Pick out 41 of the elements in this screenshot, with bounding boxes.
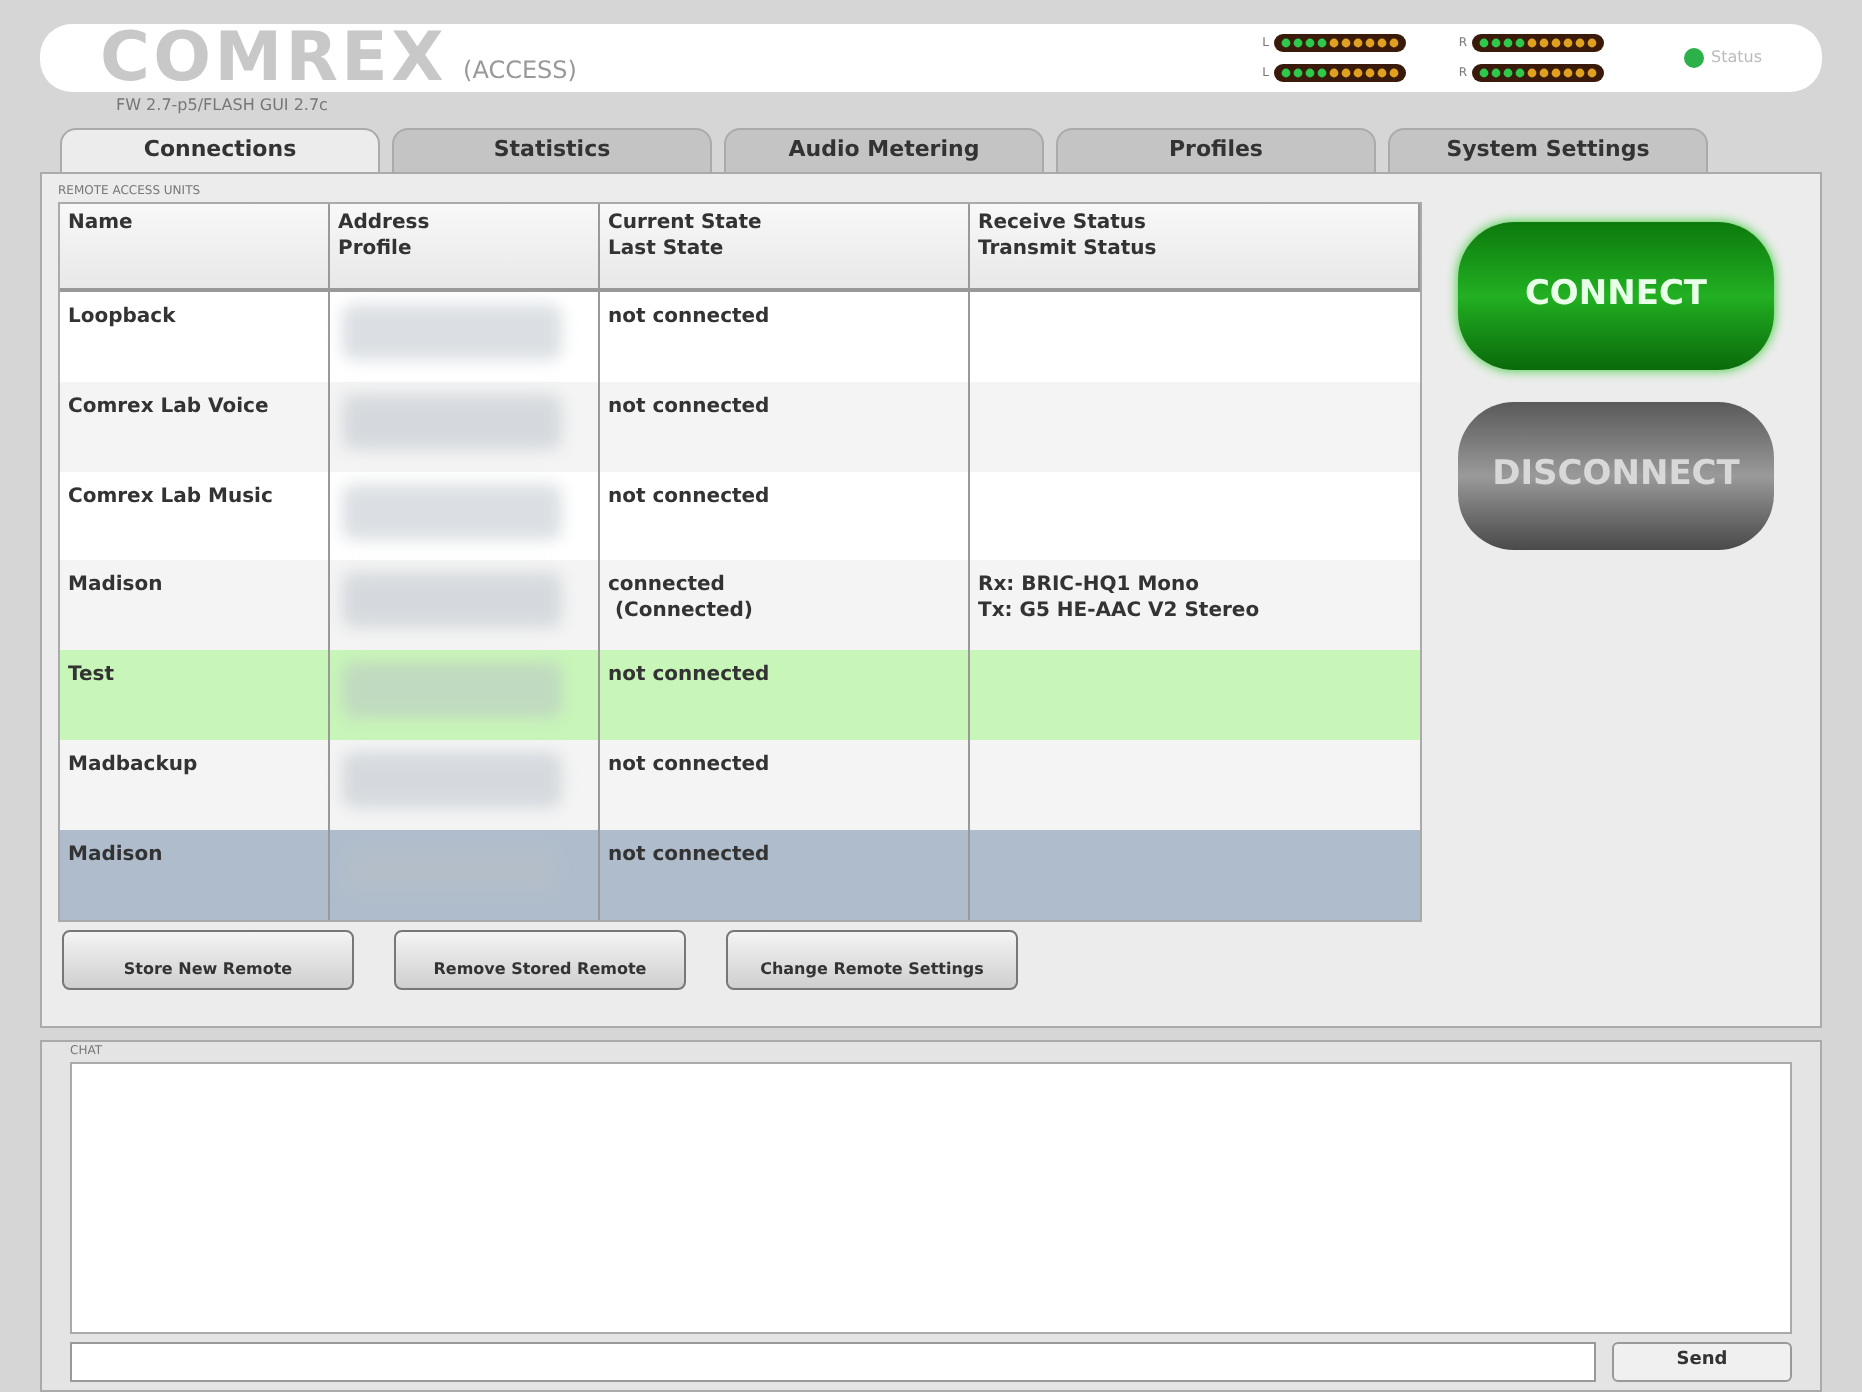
table-cell: not connected (608, 753, 770, 776)
led-meter-drawing (1273, 34, 1405, 52)
column-header: Current State Last State (600, 204, 970, 288)
chat-input[interactable] (70, 1342, 1596, 1382)
table-cell: Madbackup (68, 753, 198, 776)
table-row[interactable]: Test not connected (60, 650, 1420, 740)
table-cell: not connected (608, 395, 770, 418)
led-meter-drawing (1471, 64, 1603, 82)
table-cell: Madison (68, 843, 163, 866)
table-cell: Madison (68, 574, 163, 597)
table-cell: not connected (608, 843, 770, 866)
firmware-version: FW 2.7-p5/FLASH GUI 2.7c (114, 94, 330, 118)
table-row[interactable]: Madbackup not connected (60, 739, 1420, 830)
table-cell: not connected (608, 485, 770, 508)
table-cell: connected (Connected) (608, 574, 753, 623)
table-row[interactable]: Comrex Lab Voice not connected (60, 381, 1420, 472)
led-meter-drawing (1471, 34, 1603, 52)
status-label: Status (1711, 46, 1762, 70)
column-header: Address Profile (330, 204, 600, 288)
column-header: Name (60, 204, 330, 288)
table-row[interactable]: Madison connected (Connected) Rx: BRIC-HQ1 Mono Tx: G5 HE-AAC V2 Stereo (60, 560, 1420, 651)
table-cell: not connected (608, 306, 770, 328)
led-meter-drawing (1273, 64, 1405, 82)
tab[interactable]: Connections (60, 128, 380, 172)
column-header: Receive Status Transmit Status (970, 204, 1420, 288)
action-button[interactable]: Change Remote Settings (726, 930, 1018, 990)
product-name: (ACCESS) (463, 54, 577, 88)
table-cell: Rx: BRIC-HQ1 Mono Tx: G5 HE-AAC V2 Stereo (978, 574, 1260, 623)
table-cell: not connected (608, 664, 770, 687)
send-button[interactable]: Send (1612, 1342, 1792, 1382)
tab[interactable]: Statistics (392, 128, 712, 172)
table-cell: Loopback (68, 306, 176, 328)
table-cell: Comrex Lab Voice (68, 395, 269, 418)
action-button[interactable]: Store New Remote (62, 930, 354, 990)
tab[interactable]: System Settings (1388, 128, 1708, 172)
tab[interactable]: Audio Metering (724, 128, 1044, 172)
tab[interactable]: Profiles (1056, 128, 1376, 172)
table-cell: Test (68, 664, 115, 687)
action-button[interactable]: Remove Stored Remote (394, 930, 686, 990)
table-row[interactable]: Comrex Lab Music not connected (60, 471, 1420, 561)
table-cell: Comrex Lab Music (68, 485, 273, 508)
